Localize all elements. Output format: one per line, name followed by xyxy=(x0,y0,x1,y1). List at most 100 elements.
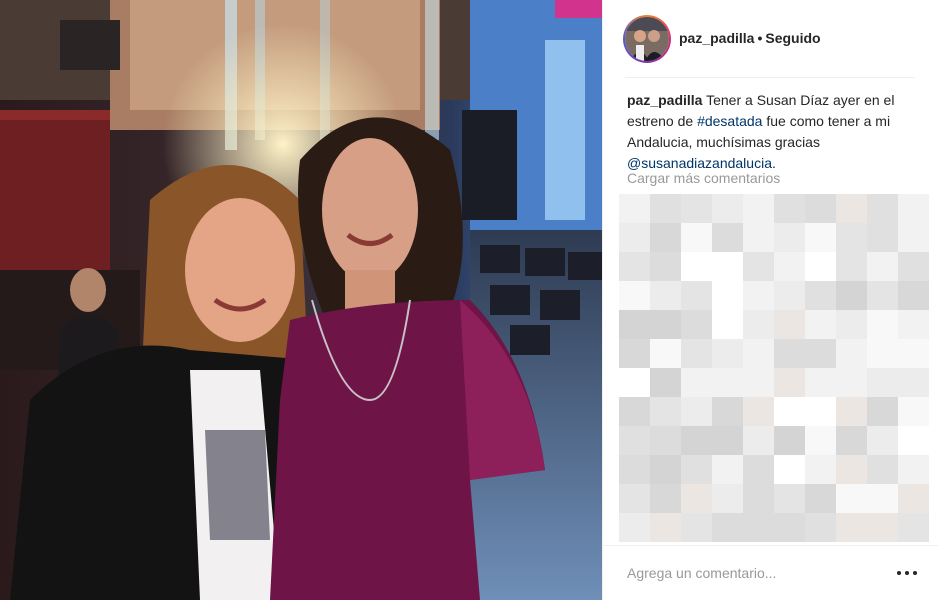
blur-tile xyxy=(774,426,805,455)
blur-tile xyxy=(867,252,898,281)
blur-tile xyxy=(836,513,867,542)
blur-tile xyxy=(836,252,867,281)
blur-tile xyxy=(743,252,774,281)
blur-tile xyxy=(867,368,898,397)
blur-tile xyxy=(650,368,681,397)
more-dot xyxy=(913,571,917,575)
blur-tile xyxy=(836,194,867,223)
blur-tile xyxy=(650,252,681,281)
comment-box xyxy=(603,545,938,600)
blur-tile xyxy=(743,397,774,426)
blur-tile xyxy=(898,397,929,426)
blur-tile xyxy=(836,368,867,397)
blur-tile xyxy=(805,281,836,310)
blur-tile xyxy=(743,281,774,310)
blur-tile xyxy=(743,513,774,542)
caption-hashtag[interactable]: #desatada xyxy=(697,113,762,129)
blur-tile xyxy=(712,310,743,339)
blur-tile xyxy=(898,194,929,223)
caption-username[interactable]: paz_padilla xyxy=(627,92,702,108)
blur-tile xyxy=(898,339,929,368)
blur-tile xyxy=(681,484,712,513)
blur-tile xyxy=(619,252,650,281)
blur-tile xyxy=(619,339,650,368)
blur-tile xyxy=(867,484,898,513)
blur-tile xyxy=(681,223,712,252)
blur-tile xyxy=(805,397,836,426)
blur-tile xyxy=(805,194,836,223)
blur-tile xyxy=(650,513,681,542)
blur-tile xyxy=(743,455,774,484)
blur-tile xyxy=(836,397,867,426)
story-ring[interactable] xyxy=(623,15,671,63)
blur-tile xyxy=(619,484,650,513)
caption-mention[interactable]: @susanadiazandalucia xyxy=(627,155,772,171)
blur-tile xyxy=(712,368,743,397)
header-username[interactable]: paz_padilla xyxy=(679,30,754,46)
blur-tile xyxy=(743,310,774,339)
blur-tile xyxy=(743,368,774,397)
blur-tile xyxy=(836,281,867,310)
blur-tile xyxy=(650,339,681,368)
caption-text-part-3: . xyxy=(771,155,776,171)
blur-tile xyxy=(898,310,929,339)
blur-tile xyxy=(867,223,898,252)
more-dot xyxy=(897,571,901,575)
blur-tile xyxy=(867,426,898,455)
blur-tile xyxy=(650,426,681,455)
blur-tile xyxy=(681,252,712,281)
follow-status-button[interactable]: Seguido xyxy=(765,30,820,46)
blur-tile xyxy=(774,194,805,223)
blur-tile xyxy=(681,339,712,368)
more-options-icon[interactable] xyxy=(897,566,917,580)
blur-tile xyxy=(867,455,898,484)
blur-tile xyxy=(867,310,898,339)
blur-tile xyxy=(681,281,712,310)
blur-tile xyxy=(774,339,805,368)
post-photo[interactable] xyxy=(0,0,602,600)
blur-tile xyxy=(774,310,805,339)
blur-tile xyxy=(712,223,743,252)
blur-tile xyxy=(619,455,650,484)
blur-tile xyxy=(743,194,774,223)
post-caption: paz_padilla Tener a Susan Díaz ayer en e… xyxy=(627,90,917,174)
blur-tile xyxy=(650,281,681,310)
profile-avatar[interactable] xyxy=(625,17,669,61)
blur-tile xyxy=(650,194,681,223)
blur-tile xyxy=(681,426,712,455)
blur-tile xyxy=(743,223,774,252)
blur-tile xyxy=(898,252,929,281)
comment-input[interactable] xyxy=(625,560,879,586)
blur-tile xyxy=(805,484,836,513)
blur-tile xyxy=(712,194,743,223)
blur-tile xyxy=(681,513,712,542)
blur-tile xyxy=(681,397,712,426)
blur-tile xyxy=(619,194,650,223)
blur-tile xyxy=(898,513,929,542)
blur-tile xyxy=(712,426,743,455)
header-text: paz_padilla • Seguido xyxy=(679,30,821,46)
blur-tile xyxy=(867,397,898,426)
load-more-comments-button[interactable]: Cargar más comentarios xyxy=(627,170,780,186)
blur-tile xyxy=(805,223,836,252)
post-sidebar: paz_padilla • Seguido paz_padilla Tener a … xyxy=(602,0,938,600)
blur-tile xyxy=(836,310,867,339)
blur-tile xyxy=(898,426,929,455)
blur-tile xyxy=(836,455,867,484)
header-divider xyxy=(625,77,915,78)
blur-tile xyxy=(681,455,712,484)
blur-tile xyxy=(619,368,650,397)
blur-tile xyxy=(836,426,867,455)
blur-tile xyxy=(681,194,712,223)
blur-tile xyxy=(712,252,743,281)
blur-tile xyxy=(774,252,805,281)
blur-tile xyxy=(805,252,836,281)
blur-tile xyxy=(805,310,836,339)
blur-tile xyxy=(898,455,929,484)
blur-tile xyxy=(898,484,929,513)
blur-tile xyxy=(867,281,898,310)
blur-tile xyxy=(743,339,774,368)
blur-tile xyxy=(619,426,650,455)
blur-tile xyxy=(619,281,650,310)
header-separator: • xyxy=(757,30,763,46)
